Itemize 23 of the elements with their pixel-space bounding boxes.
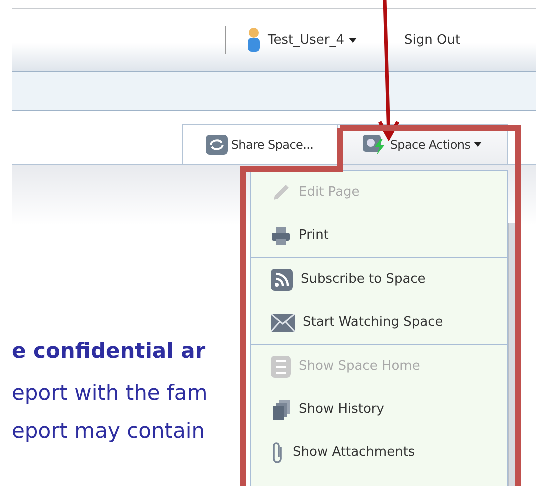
paperclip-icon bbox=[271, 440, 285, 464]
body-text: eport may contain bbox=[12, 418, 206, 445]
printer-icon bbox=[271, 226, 291, 246]
envelope-icon bbox=[271, 314, 295, 332]
user-menu-button[interactable]: Test_User_4 bbox=[268, 32, 357, 48]
actions-icon bbox=[363, 134, 388, 154]
page-icon bbox=[271, 356, 291, 378]
user-icon bbox=[246, 27, 262, 53]
caret-icon bbox=[474, 142, 482, 147]
pages-icon bbox=[271, 398, 291, 420]
menu-item[interactable]: Subscribe to Space bbox=[251, 258, 507, 301]
toolbar-tab[interactable]: Share Space... bbox=[182, 124, 338, 164]
sign-out-link[interactable]: Sign Out bbox=[404, 32, 461, 48]
pencil-icon bbox=[271, 182, 291, 202]
body-text: eport with the fam bbox=[12, 380, 209, 407]
share-icon bbox=[206, 134, 228, 154]
menu-item[interactable]: Show Attachments bbox=[251, 431, 507, 474]
rss-icon bbox=[271, 268, 293, 290]
caret-icon bbox=[348, 38, 357, 42]
menu-item[interactable]: Print bbox=[251, 214, 507, 257]
body-text: e confidential ar bbox=[12, 338, 207, 365]
menu-item[interactable]: Start Watching Space bbox=[251, 301, 507, 344]
menu-item[interactable]: Show History bbox=[251, 388, 507, 431]
